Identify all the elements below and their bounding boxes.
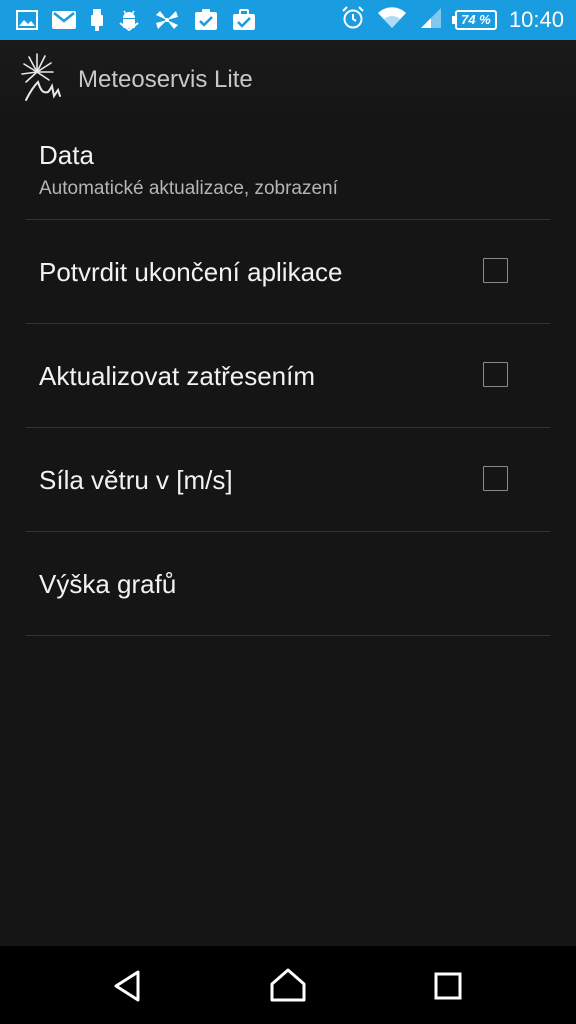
briefcase-check-icon bbox=[232, 9, 256, 31]
meteoservis-logo-icon bbox=[20, 52, 72, 104]
wind-speed-unit-preference[interactable]: Síla větru v [m/s] bbox=[26, 428, 550, 532]
home-icon[interactable] bbox=[268, 966, 308, 1006]
signal-icon bbox=[419, 6, 443, 35]
status-indicators: 74 % 10:40 bbox=[341, 5, 564, 35]
app-bar: Meteoservis Lite bbox=[0, 40, 576, 120]
settings-list: Data Automatické aktualizace, zobrazení … bbox=[26, 120, 550, 636]
data-preference-summary: Automatické aktualizace, zobrazení bbox=[39, 178, 338, 199]
chart-height-preference[interactable]: Výška grafů bbox=[26, 532, 550, 636]
wind-speed-unit-checkbox[interactable] bbox=[483, 466, 508, 491]
shake-update-checkbox[interactable] bbox=[483, 362, 508, 387]
confirm-exit-checkbox[interactable] bbox=[483, 258, 508, 283]
data-preference[interactable]: Data Automatické aktualizace, zobrazení bbox=[26, 120, 550, 220]
alarm-icon bbox=[341, 5, 365, 35]
mail-icon bbox=[52, 11, 76, 29]
battery-icon: 74 % bbox=[451, 10, 497, 30]
battery-level: 74 % bbox=[461, 12, 491, 27]
app-title: Meteoservis Lite bbox=[78, 66, 253, 93]
clipboard-check-icon bbox=[194, 9, 218, 31]
image-icon bbox=[16, 10, 38, 30]
shake-update-label: Aktualizovat zatřesením bbox=[39, 361, 316, 391]
status-bar: 74 % 10:40 bbox=[0, 0, 576, 40]
data-preference-title: Data bbox=[39, 140, 94, 170]
clock: 10:40 bbox=[508, 7, 564, 32]
usb-icon bbox=[90, 9, 104, 31]
pinwheel-icon bbox=[154, 9, 180, 31]
confirm-exit-preference[interactable]: Potvrdit ukončení aplikace bbox=[26, 220, 550, 324]
shake-update-preference[interactable]: Aktualizovat zatřesením bbox=[26, 324, 550, 428]
recents-icon[interactable] bbox=[428, 966, 468, 1006]
navigation-bar bbox=[0, 946, 576, 1024]
back-icon[interactable] bbox=[108, 966, 148, 1006]
notification-icons bbox=[16, 7, 256, 33]
android-debug-icon bbox=[118, 9, 140, 31]
confirm-exit-label: Potvrdit ukončení aplikace bbox=[39, 257, 343, 287]
wind-speed-unit-label: Síla větru v [m/s] bbox=[39, 465, 233, 495]
chart-height-label: Výška grafů bbox=[39, 569, 177, 599]
wifi-icon bbox=[377, 6, 407, 35]
